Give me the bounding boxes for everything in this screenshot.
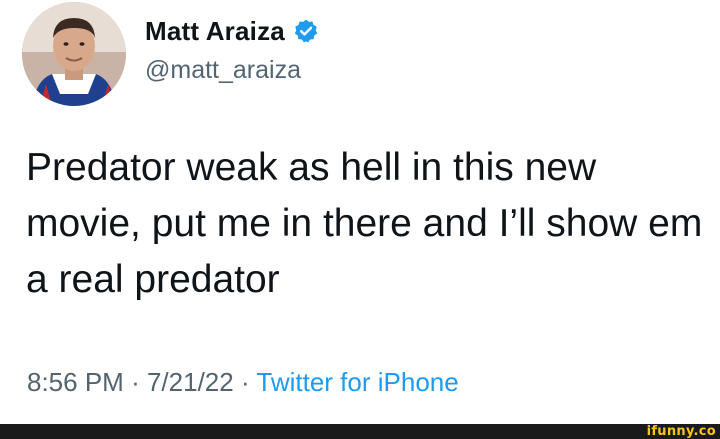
- tweet-time[interactable]: 8:56 PM: [27, 367, 124, 397]
- name-row: Matt Araiza: [145, 14, 319, 48]
- footer-bar: [0, 424, 720, 439]
- user-handle[interactable]: @matt_araiza: [145, 56, 301, 85]
- tweet-date[interactable]: 7/21/22: [147, 367, 234, 397]
- display-name[interactable]: Matt Araiza: [145, 16, 285, 47]
- tweet-text: Predator weak as hell in this new movie,…: [26, 146, 703, 301]
- avatar-photo: [22, 2, 126, 106]
- ifunny-watermark: ifunny.co: [646, 424, 716, 439]
- verified-badge-icon: [293, 18, 319, 44]
- meta-separator: ·: [131, 367, 140, 397]
- tweet-card: Matt Araiza @matt_araiza Predator weak a…: [0, 0, 720, 424]
- tweet-source-link[interactable]: Twitter for iPhone: [256, 367, 458, 397]
- meta-separator: ·: [240, 367, 250, 397]
- avatar[interactable]: [22, 2, 126, 106]
- tweet-metadata: 8:56 PM · 7/21/22 · Twitter for iPhone: [27, 367, 459, 398]
